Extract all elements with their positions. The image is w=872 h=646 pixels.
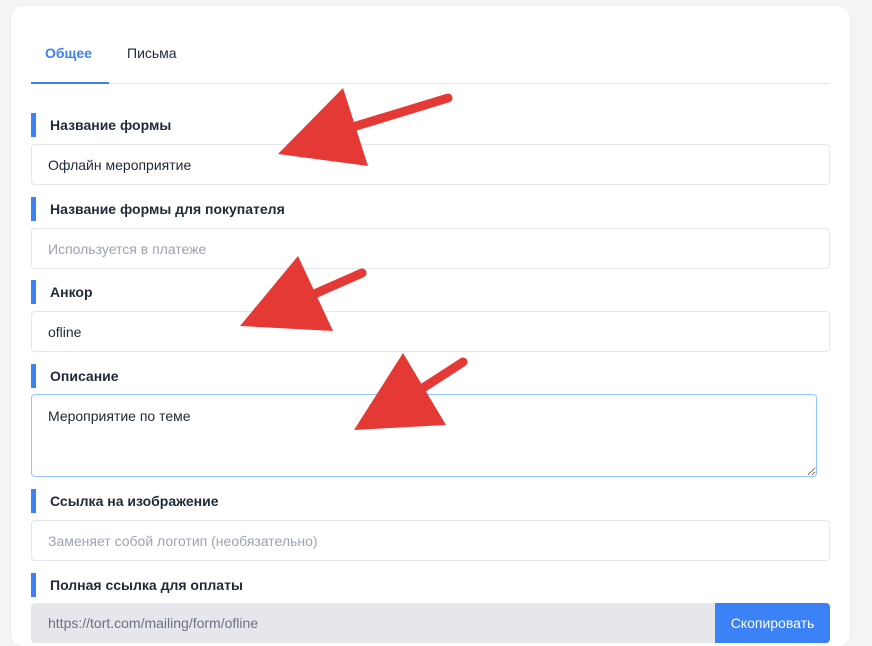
buyer-form-name-label: Название формы для покупателя [31, 197, 285, 221]
tab-bar: Общее Письма [31, 36, 830, 84]
payment-link-input[interactable] [31, 603, 715, 643]
tab-general[interactable]: Общее [45, 45, 92, 61]
image-link-label: Ссылка на изображение [31, 489, 219, 513]
form-name-input[interactable] [31, 144, 830, 185]
buyer-form-name-input[interactable] [31, 228, 830, 269]
description-label: Описание [31, 364, 119, 388]
tab-letters[interactable]: Письма [127, 45, 177, 61]
copy-link-button[interactable]: Скопировать [715, 603, 830, 643]
form-name-label: Название формы [31, 113, 171, 137]
description-textarea[interactable]: Мероприятие по теме [31, 394, 817, 477]
anchor-label: Анкор [31, 280, 93, 304]
image-link-input[interactable] [31, 520, 830, 561]
payment-link-label: Полная ссылка для оплаты [31, 573, 243, 597]
active-tab-indicator [31, 82, 109, 84]
payment-link-group: Скопировать [31, 603, 830, 643]
anchor-input[interactable] [31, 311, 830, 352]
